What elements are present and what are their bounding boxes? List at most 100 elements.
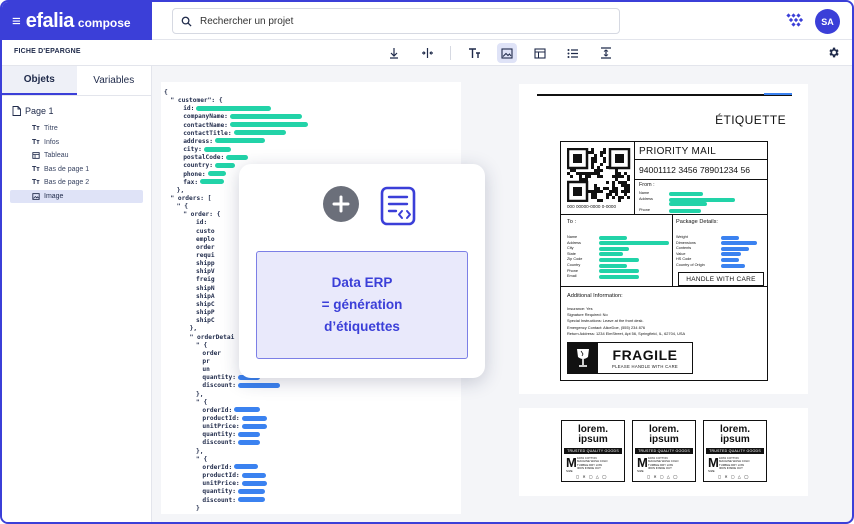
- code-line: orderId:: [202, 464, 259, 472]
- text-icon: [468, 47, 480, 58]
- tag-title: lorem. ipsum: [577, 424, 608, 445]
- barcode-image: [567, 148, 631, 202]
- code-line: un: [202, 366, 209, 374]
- value-placeholder-bar: [200, 179, 225, 185]
- clothing-tag[interactable]: lorem. ipsum TRUSTED QUALITY GOODS M SIZE 10…: [703, 420, 767, 482]
- list-button[interactable]: [563, 43, 583, 63]
- tree-item-bas-de-page-1[interactable]: Tт Bas de page 1: [10, 163, 143, 176]
- tag-size-caption: SIZE: [566, 469, 573, 473]
- code-line: discount:: [202, 497, 265, 505]
- erp-line-1: Data ERP: [331, 275, 393, 290]
- document-bar: FICHE D'EPARGNE: [2, 40, 852, 66]
- code-line: freig: [196, 276, 215, 284]
- table-button[interactable]: [530, 43, 550, 63]
- insert-row-button[interactable]: [384, 43, 404, 63]
- value-placeholder-bar: [599, 252, 623, 257]
- code-line: },: [190, 325, 197, 333]
- code-line: id:: [196, 219, 207, 227]
- code-line: unitPrice:: [202, 480, 267, 488]
- search-input[interactable]: Rechercher un projet: [200, 16, 293, 27]
- code-text: " {: [176, 203, 188, 211]
- code-line: shipp: [196, 260, 215, 268]
- value-placeholder-bar: [229, 113, 302, 119]
- tag-quality: TRUSTED QUALITY GOODS: [635, 448, 693, 454]
- code-line: fax:: [183, 178, 225, 187]
- code-text: shipC: [196, 300, 215, 308]
- text-button[interactable]: [464, 43, 484, 63]
- text-icon: Tт: [32, 125, 40, 132]
- menu-icon[interactable]: ≡: [12, 13, 21, 30]
- search-box[interactable]: Rechercher un projet: [172, 8, 620, 34]
- tree-item-label: Image: [44, 192, 64, 200]
- tree-page[interactable]: Page 1: [10, 106, 143, 116]
- value-placeholder-bar: [599, 235, 627, 240]
- page-rule-accent: [764, 93, 792, 95]
- page-break-button[interactable]: [596, 43, 616, 63]
- code-text: phone:: [183, 170, 206, 178]
- value-placeholder-bar: [207, 171, 226, 176]
- code-line: contactName:: [183, 122, 308, 130]
- code-line: " {: [196, 456, 207, 464]
- tree-item-label: Infos: [44, 138, 60, 146]
- erp-message-box: Data ERP = génération d’étiquettes: [256, 251, 468, 359]
- code-line: pr: [202, 358, 209, 366]
- tag-quality: TRUSTED QUALITY GOODS: [564, 448, 622, 454]
- to-field: City: [567, 246, 574, 251]
- code-line: {: [164, 89, 168, 97]
- code-text: contactTitle:: [183, 129, 232, 137]
- from-field: Phone: [639, 208, 650, 212]
- tab-variables[interactable]: Variables: [77, 66, 152, 95]
- code-text: id:: [196, 219, 208, 227]
- shipping-label[interactable]: 000 00000-0000 0-0000 PRIORITY MAIL 9400…: [560, 141, 768, 381]
- label-preview-page[interactable]: ÉTIQUETTE 000 00000-0000 0-0000 PRIORITY…: [519, 84, 808, 394]
- tag-size-caption: SIZE: [708, 469, 715, 473]
- additional-title: Additional Information:: [567, 293, 623, 299]
- to-field: Name: [567, 235, 578, 239]
- panel-tabs: Objets Variables: [2, 66, 151, 96]
- tag-size: M: [708, 455, 719, 470]
- package-field: Value: [676, 251, 686, 256]
- code-text: contactName:: [183, 121, 228, 129]
- code-text: " {: [196, 398, 208, 406]
- code-text: unitPrice:: [202, 423, 240, 431]
- value-placeholder-bar: [234, 407, 261, 413]
- code-text: },: [196, 390, 204, 398]
- gear-icon[interactable]: [827, 46, 840, 59]
- tree-item-image[interactable]: Image: [10, 189, 143, 203]
- handle-with-care-box: HANDLE WITH CARE: [678, 272, 764, 286]
- tab-objets[interactable]: Objets: [2, 66, 77, 95]
- to-field: Phone: [567, 268, 578, 273]
- search-icon: [181, 16, 192, 27]
- value-placeholder-bar: [721, 235, 739, 240]
- tree-item-bas-de-page-2[interactable]: Tт Bas de page 2: [10, 176, 143, 189]
- code-text: id:: [183, 105, 195, 113]
- user-avatar[interactable]: SA: [815, 9, 840, 34]
- tree-item-infos[interactable]: Tт Infos: [10, 136, 143, 149]
- image-button[interactable]: [497, 43, 517, 63]
- code-text: order: [196, 243, 215, 251]
- code-text: city:: [183, 146, 202, 154]
- code-line: requi: [196, 252, 215, 260]
- additional-line: Special Instructions: Leave at the front…: [567, 318, 644, 323]
- clothing-tag[interactable]: lorem. ipsum TRUSTED QUALITY GOODS M SIZE 10…: [632, 420, 696, 482]
- code-text: shipC: [196, 317, 215, 325]
- value-placeholder-bar: [215, 138, 265, 144]
- plus-icon: [323, 186, 359, 222]
- value-placeholder-bar: [241, 415, 267, 421]
- tree-item-titre[interactable]: Tт Titre: [10, 122, 143, 135]
- tags-preview-page[interactable]: lorem. ipsum TRUSTED QUALITY GOODS M SIZE 10…: [519, 408, 808, 496]
- code-text: custo: [196, 227, 215, 235]
- split-columns-button[interactable]: [417, 43, 437, 63]
- value-placeholder-bar: [721, 263, 745, 268]
- care-symbols-icon: ◻ ✕ ▢ △ ◯: [718, 474, 750, 479]
- document-code-icon: [380, 186, 416, 226]
- app-logo[interactable]: efalia: [26, 10, 75, 33]
- code-text: fax:: [183, 178, 199, 186]
- value-placeholder-bar: [721, 241, 757, 246]
- code-text: quantity:: [202, 374, 236, 382]
- additional-line: Signature Required: No: [567, 312, 608, 317]
- clothing-tag[interactable]: lorem. ipsum TRUSTED QUALITY GOODS M SIZE 10…: [561, 420, 625, 482]
- apps-grid-icon[interactable]: [786, 13, 804, 29]
- additional-line: Insurance: Yes: [567, 306, 593, 311]
- tree-item-tableau[interactable]: Tableau: [10, 149, 143, 162]
